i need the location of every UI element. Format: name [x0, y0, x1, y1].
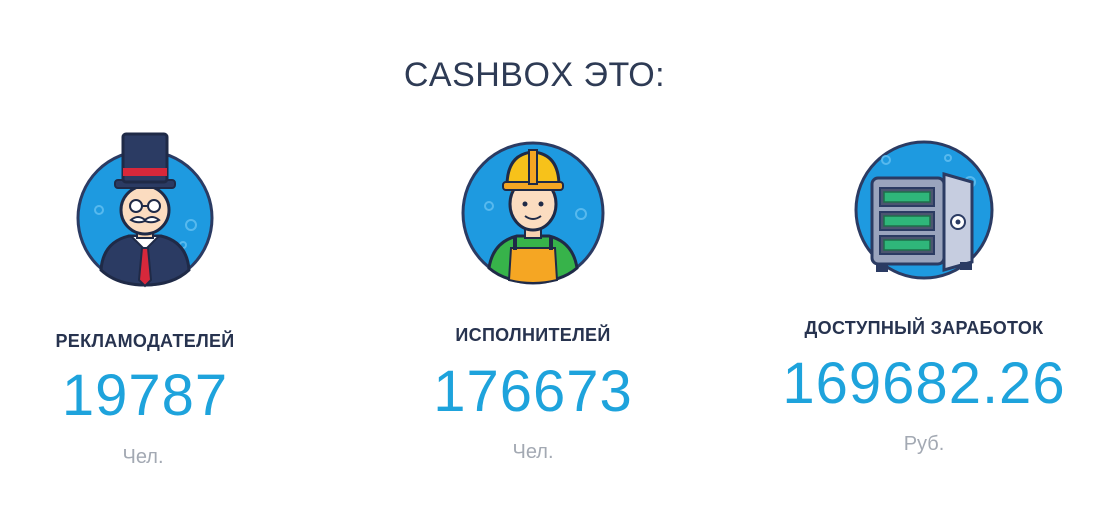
stat-unit-earnings: Руб. [903, 433, 945, 455]
page-title: CASHBOX ЭТО: [403, 56, 666, 94]
stat-value-earnings: 169682.26 [782, 351, 1066, 416]
stat-unit-advertisers: Чел. [122, 446, 164, 468]
stat-label-advertisers: РЕКЛАМОДАТЕЛЕЙ [55, 331, 235, 351]
stat-label-performers: ИСПОЛНИТЕЛЕЙ [455, 325, 611, 345]
safe-icon [854, 140, 994, 280]
stat-value-performers: 176673 [433, 359, 633, 424]
stat-unit-performers: Чел. [512, 441, 554, 463]
worker-icon [461, 141, 605, 285]
stat-label-earnings: ДОСТУПНЫЙ ЗАРАБОТОК [804, 318, 1044, 338]
stat-value-advertisers: 19787 [61, 363, 229, 428]
businessman-icon [76, 132, 214, 288]
